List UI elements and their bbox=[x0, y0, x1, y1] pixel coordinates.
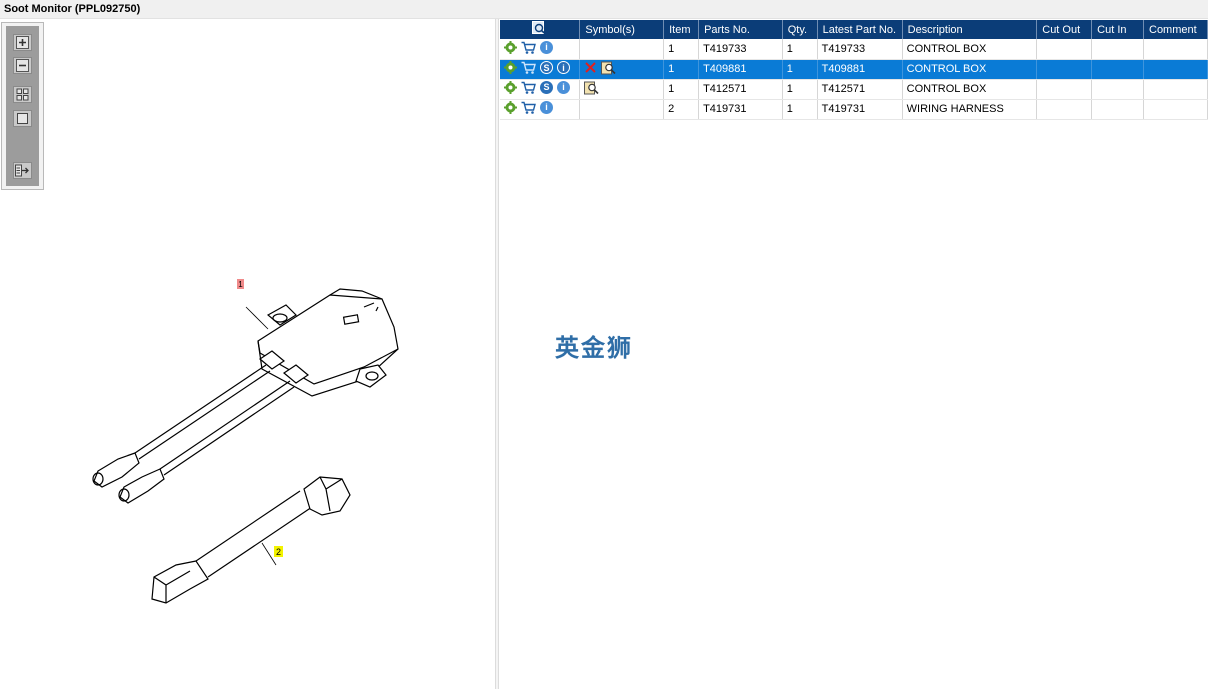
table-row[interactable]: i 2 T419731 1 T419731 WIRING HARNESS bbox=[500, 99, 1208, 120]
row-part-no-cell: T419731 bbox=[698, 99, 783, 120]
row-cut-in-cell bbox=[1091, 39, 1144, 60]
column-header-cut-in[interactable]: Cut In bbox=[1091, 20, 1144, 39]
cart-icon[interactable] bbox=[521, 41, 536, 54]
row-comment-cell bbox=[1143, 79, 1208, 100]
row-cut-out-cell bbox=[1036, 39, 1093, 60]
zoom-toolbar bbox=[1, 22, 44, 190]
callout-leader-2 bbox=[261, 542, 277, 566]
gear-icon[interactable] bbox=[504, 81, 517, 94]
row-actions-cell: i bbox=[500, 39, 581, 60]
table-header-row: Symbol(s) Item Parts No. Qty. Latest Par… bbox=[500, 20, 1208, 39]
row-symbols-cell bbox=[579, 99, 665, 120]
row-symbols-cell bbox=[579, 59, 665, 80]
callout-label-1[interactable]: 1 bbox=[238, 280, 243, 289]
row-qty-cell: 1 bbox=[782, 79, 818, 100]
row-item-cell: 1 bbox=[663, 59, 700, 80]
zoom-out-button[interactable] bbox=[13, 57, 32, 74]
zoom-in-icon bbox=[16, 36, 29, 49]
exploded-parts-drawing: 1 2 bbox=[92, 279, 399, 604]
row-cut-in-cell bbox=[1091, 99, 1144, 120]
row-item-cell: 1 bbox=[663, 39, 700, 60]
book-search-icon bbox=[601, 61, 616, 75]
row-item-cell: 2 bbox=[663, 99, 700, 120]
export-icon bbox=[15, 164, 29, 177]
cart-icon[interactable] bbox=[521, 101, 536, 114]
cart-icon[interactable] bbox=[521, 81, 536, 94]
row-part-no-cell: T419733 bbox=[698, 39, 783, 60]
discontinued-x-icon bbox=[585, 62, 597, 73]
column-header-cut-out[interactable]: Cut Out bbox=[1036, 20, 1093, 39]
export-button[interactable] bbox=[13, 162, 32, 179]
control-box-drawing bbox=[257, 288, 399, 397]
row-qty-cell: 1 bbox=[782, 39, 818, 60]
column-header-latest-part-no[interactable]: Latest Part No. bbox=[817, 20, 903, 39]
row-latest-part-no-cell: T419733 bbox=[817, 39, 903, 60]
column-header-comment[interactable]: Comment bbox=[1143, 20, 1208, 39]
info-icon[interactable]: i bbox=[557, 61, 570, 74]
row-comment-cell bbox=[1143, 99, 1208, 120]
actual-size-icon bbox=[17, 113, 28, 124]
drawing-pane[interactable]: 1 2 bbox=[0, 19, 497, 689]
row-actions-cell: i bbox=[500, 99, 581, 120]
window-title: Soot Monitor (PPL092750) bbox=[4, 3, 141, 15]
row-latest-part-no-cell: T419731 bbox=[817, 99, 903, 120]
gear-icon[interactable] bbox=[504, 61, 517, 74]
fit-all-button[interactable] bbox=[13, 86, 32, 103]
row-actions-cell: S i bbox=[500, 59, 581, 80]
gear-icon[interactable] bbox=[504, 101, 517, 114]
window-title-bar: Soot Monitor (PPL092750) bbox=[0, 0, 1208, 19]
zoom-out-icon bbox=[16, 59, 29, 72]
actual-size-button[interactable] bbox=[13, 110, 32, 127]
zoom-toolbar-panel bbox=[6, 26, 39, 186]
column-header-item[interactable]: Item bbox=[663, 20, 700, 39]
row-item-cell: 1 bbox=[663, 79, 700, 100]
callout-leader-1 bbox=[245, 306, 269, 330]
row-symbols-cell bbox=[579, 79, 665, 100]
row-qty-cell: 1 bbox=[782, 99, 818, 120]
info-icon[interactable]: i bbox=[557, 81, 570, 94]
row-comment-cell bbox=[1143, 39, 1208, 60]
book-search-icon bbox=[584, 81, 599, 94]
row-description-cell: CONTROL BOX bbox=[902, 39, 1038, 60]
row-part-no-cell: T412571 bbox=[698, 79, 783, 100]
column-header-description[interactable]: Description bbox=[902, 20, 1038, 39]
row-cut-out-cell bbox=[1036, 79, 1093, 100]
column-header-actions[interactable] bbox=[500, 20, 581, 39]
parts-table: Symbol(s) Item Parts No. Qty. Latest Par… bbox=[500, 20, 1208, 120]
row-symbols-cell bbox=[579, 39, 665, 60]
row-qty-cell: 1 bbox=[782, 59, 818, 80]
table-row-selected[interactable]: S i 1 T409881 1 T409881 CONTROL BOX bbox=[500, 59, 1208, 80]
watermark-text: 英金狮 bbox=[555, 334, 633, 362]
row-comment-cell bbox=[1143, 59, 1208, 80]
parts-list-pane: Symbol(s) Item Parts No. Qty. Latest Par… bbox=[499, 19, 1208, 689]
row-description-cell: CONTROL BOX bbox=[902, 59, 1038, 80]
cart-icon[interactable] bbox=[521, 61, 536, 74]
column-header-parts-no[interactable]: Parts No. bbox=[698, 20, 783, 39]
gear-icon[interactable] bbox=[504, 40, 517, 54]
row-cut-out-cell bbox=[1036, 99, 1093, 120]
wiring-harness-drawing bbox=[151, 476, 351, 604]
fit-all-icon bbox=[16, 88, 29, 101]
row-part-no-cell: T409881 bbox=[698, 59, 783, 80]
zoom-in-button[interactable] bbox=[13, 34, 32, 51]
row-description-cell: CONTROL BOX bbox=[902, 79, 1038, 100]
supersession-icon[interactable]: S bbox=[540, 81, 553, 94]
parts-search-icon[interactable] bbox=[532, 21, 547, 35]
sensor-cables-drawing bbox=[92, 364, 295, 504]
column-header-qty[interactable]: Qty. bbox=[782, 20, 818, 39]
callout-label-2[interactable]: 2 bbox=[276, 547, 281, 557]
supersession-icon[interactable]: S bbox=[540, 61, 553, 74]
row-actions-cell: S i bbox=[500, 79, 581, 100]
info-icon[interactable]: i bbox=[540, 40, 553, 54]
row-cut-in-cell bbox=[1091, 59, 1144, 80]
row-cut-out-cell bbox=[1036, 59, 1093, 80]
row-cut-in-cell bbox=[1091, 79, 1144, 100]
info-icon[interactable]: i bbox=[540, 101, 553, 114]
column-header-symbols[interactable]: Symbol(s) bbox=[579, 20, 665, 39]
table-row[interactable]: i 1 T419733 1 T419733 CONTROL BOX bbox=[500, 39, 1208, 60]
row-latest-part-no-cell: T412571 bbox=[817, 79, 903, 100]
row-description-cell: WIRING HARNESS bbox=[902, 99, 1038, 120]
table-row[interactable]: S i 1 T412571 1 T412571 CONTROL BOX bbox=[500, 79, 1208, 100]
row-latest-part-no-cell: T409881 bbox=[817, 59, 903, 80]
